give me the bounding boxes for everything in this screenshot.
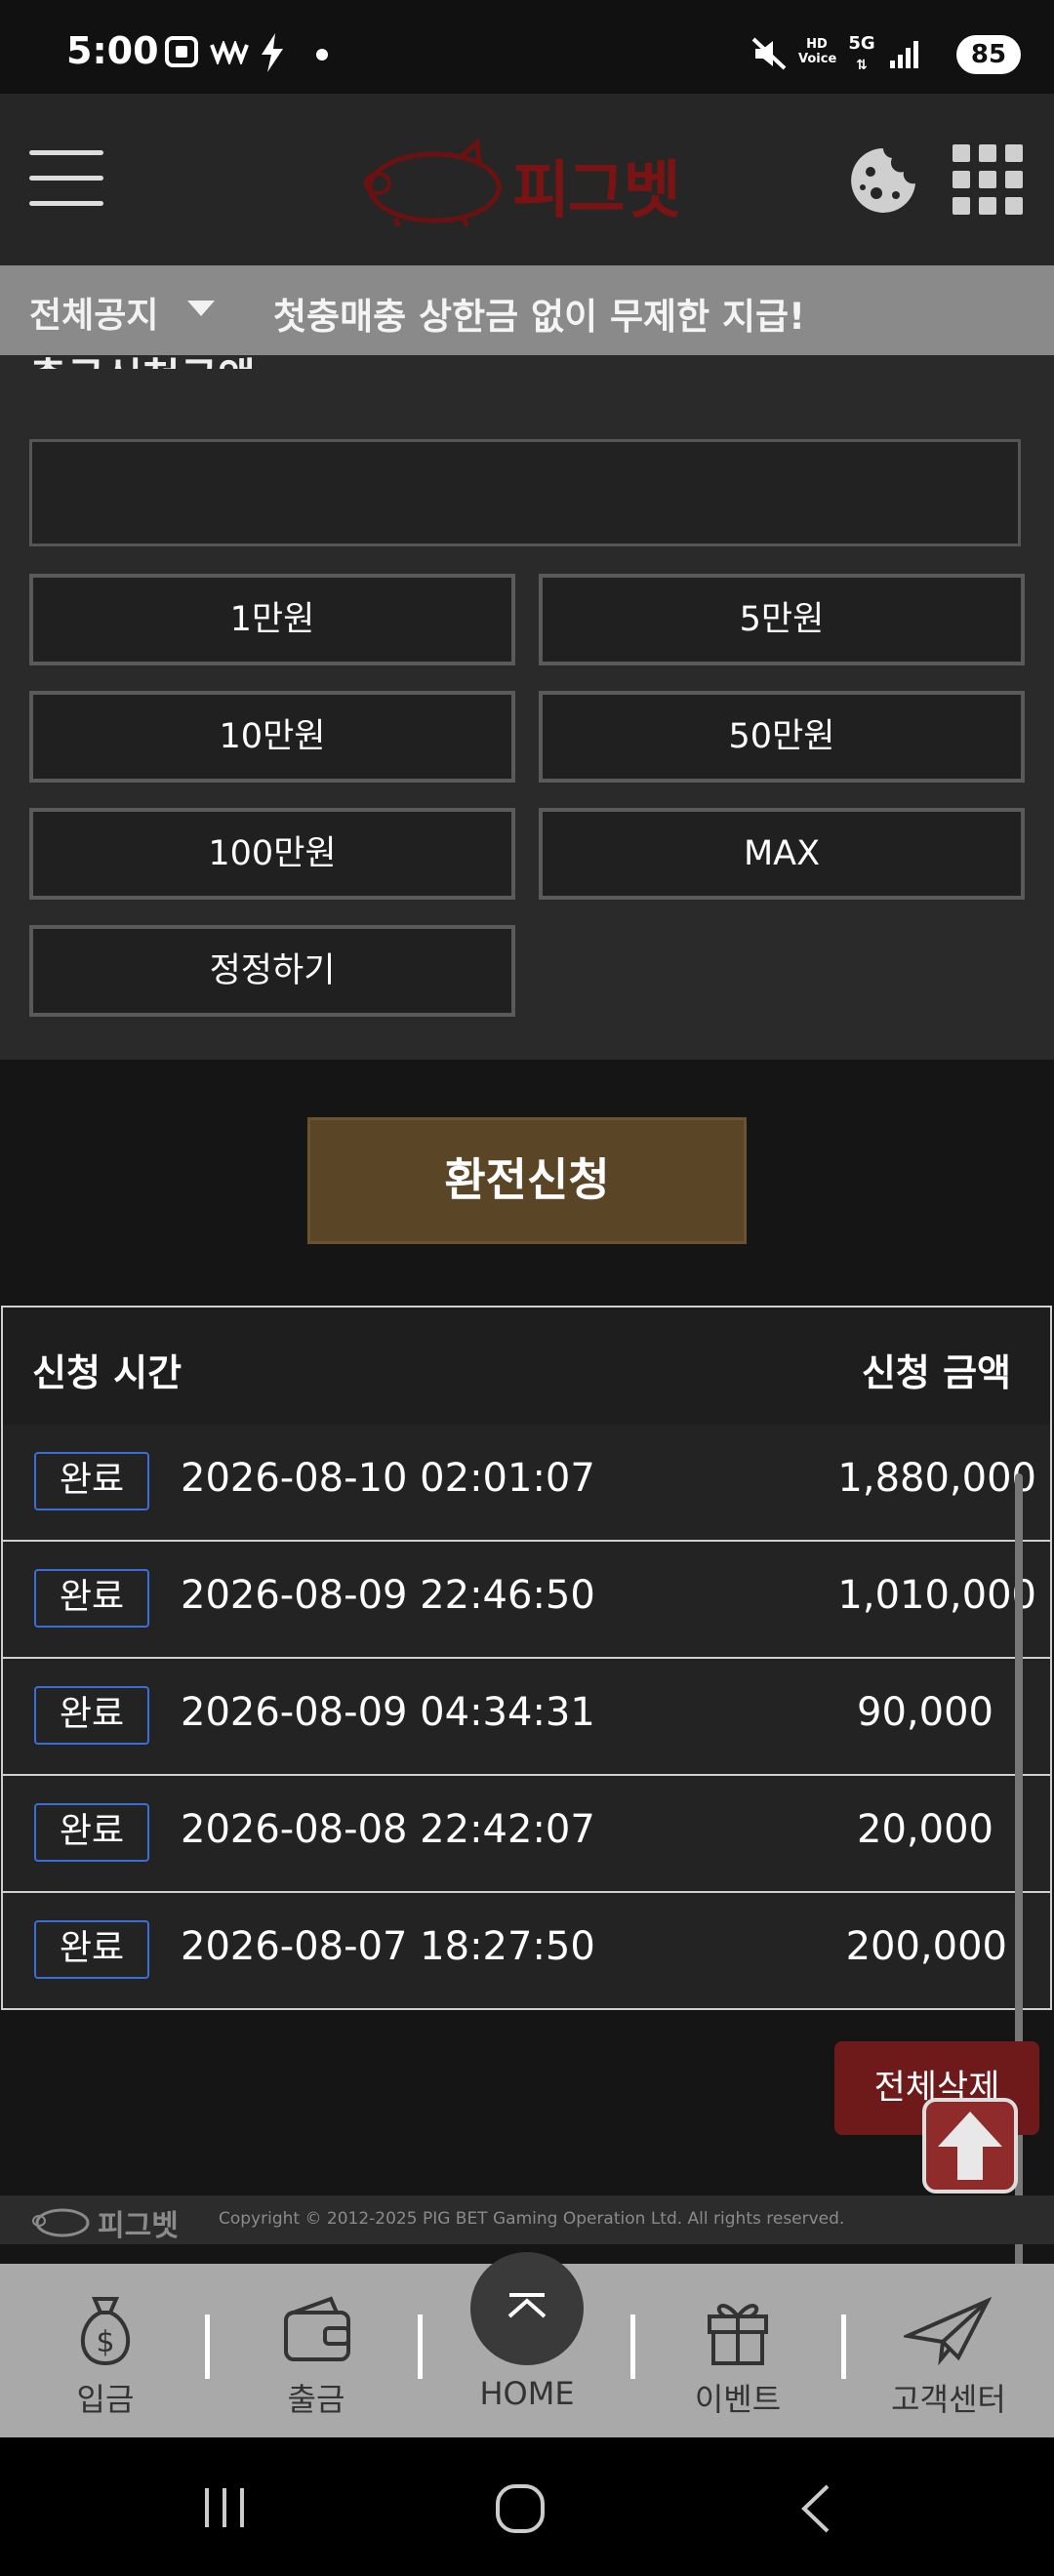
amount-button-100k[interactable]: 10만원 — [29, 691, 515, 783]
grid-menu-icon[interactable] — [953, 144, 1023, 215]
home-circle-icon[interactable] — [494, 2482, 547, 2535]
request-datetime: 2026-08-09 22:46:50 — [181, 1573, 595, 1618]
amount-button-1m[interactable]: 100만원 — [29, 808, 515, 900]
wallet-icon — [284, 2296, 350, 2361]
cookie-icon[interactable] — [847, 144, 919, 217]
charging-icon — [262, 33, 283, 72]
battery-icon: 85 — [956, 35, 1021, 74]
gift-icon — [708, 2304, 768, 2365]
request-amount: 90,000 — [857, 1690, 993, 1735]
dot-icon — [316, 49, 328, 60]
paper-plane-icon — [904, 2297, 992, 2366]
request-amount: 200,000 — [845, 1924, 1007, 1969]
arrow-up-icon — [938, 2112, 1002, 2180]
pig-icon — [32, 2208, 90, 2237]
footer-logo: 피그벳 — [98, 2209, 179, 2243]
request-datetime: 2026-08-08 22:42:07 — [181, 1807, 595, 1852]
amount-button-max[interactable]: MAX — [539, 808, 1025, 900]
column-header-time: 신청 시간 — [32, 1351, 182, 1394]
nav-label: 입금 — [76, 2381, 135, 2418]
status-badge: 완료 — [34, 1803, 149, 1862]
request-amount: 1,010,000 — [837, 1573, 1036, 1618]
request-datetime: 2026-08-09 04:34:31 — [181, 1690, 595, 1735]
table-row: 완료 2026-08-10 02:01:07 1,880,000 — [3, 1425, 1050, 1542]
exchange-request-button[interactable]: 환전신청 — [307, 1117, 747, 1244]
request-datetime: 2026-08-07 18:27:50 — [181, 1924, 595, 1969]
footer: 피그벳 Copyright © 2012-2025 PIG BET Gaming… — [0, 2195, 1054, 2244]
logo-text: 피그벳 — [512, 155, 681, 227]
status-bar: 5:00 HD Voice 5G ⇅ 85 — [0, 0, 1054, 94]
nav-deposit[interactable]: $ 입금 — [0, 2264, 211, 2437]
nav-event[interactable]: 이벤트 — [632, 2264, 843, 2437]
5g-icon: 5G ⇅ — [848, 33, 875, 73]
nav-divider — [205, 2314, 210, 2379]
pig-logo-mark — [364, 139, 502, 226]
table-row: 완료 2026-08-09 22:46:50 1,010,000 — [3, 1542, 1050, 1659]
reset-button[interactable]: 정정하기 — [29, 925, 515, 1017]
status-time: 5:00 — [66, 29, 159, 72]
system-nav-bar — [0, 2437, 1054, 2576]
status-badge: 완료 — [34, 1920, 149, 1979]
status-badge: 완료 — [34, 1452, 149, 1510]
recent-apps-icon[interactable] — [201, 2486, 248, 2529]
table-header: 신청 시간 신청 금액 — [3, 1308, 1050, 1427]
table-row: 완료 2026-08-09 04:34:31 90,000 — [3, 1659, 1050, 1776]
signal-icon — [890, 41, 918, 68]
back-icon[interactable] — [796, 2482, 835, 2535]
request-amount: 20,000 — [857, 1807, 993, 1852]
notice-bar[interactable]: 전체공지 첫충매충 상한금 없이 무제한 지급! — [0, 265, 1054, 355]
notice-label: 전체공지 — [29, 296, 159, 336]
nav-label: 이벤트 — [694, 2381, 782, 2418]
request-amount: 1,880,000 — [837, 1456, 1036, 1501]
nav-label: 고객센터 — [891, 2381, 1006, 2418]
amount-button-50k[interactable]: 5만원 — [539, 574, 1025, 665]
status-badge: 완료 — [34, 1569, 149, 1628]
column-header-amount: 신청 금액 — [861, 1351, 1011, 1394]
amount-button-10k[interactable]: 1만원 — [29, 574, 515, 665]
pig-logo[interactable]: 피그벳 — [356, 131, 708, 228]
wave-icon — [210, 41, 249, 64]
nav-label: HOME — [479, 2375, 575, 2412]
home-icon — [507, 2293, 547, 2318]
amount-input[interactable] — [29, 439, 1021, 546]
nav-label: 출금 — [287, 2381, 345, 2418]
hd-voice-icon: HD Voice — [798, 37, 837, 66]
home-button[interactable] — [470, 2252, 584, 2365]
caret-down-icon[interactable] — [187, 301, 215, 316]
notice-message: 첫충매충 상한금 없이 무제한 지급! — [273, 296, 805, 338]
request-history-table: 신청 시간 신청 금액 완료 2026-08-10 02:01:07 1,880… — [1, 1306, 1052, 2010]
amount-button-500k[interactable]: 50만원 — [539, 691, 1025, 783]
app-header: 피그벳 — [0, 94, 1054, 265]
footer-copyright: Copyright © 2012-2025 PIG BET Gaming Ope… — [219, 2209, 845, 2229]
request-datetime: 2026-08-10 02:01:07 — [181, 1456, 595, 1501]
table-row: 완료 2026-08-07 18:27:50 200,000 — [3, 1893, 1050, 2008]
scroll-to-top-button[interactable] — [922, 2098, 1018, 2194]
svg-text:$: $ — [96, 2325, 114, 2359]
table-row: 완료 2026-08-08 22:42:07 20,000 — [3, 1776, 1050, 1893]
screenshot-icon — [165, 36, 198, 67]
nav-withdraw[interactable]: 출금 — [211, 2264, 422, 2437]
withdraw-form: 출금신청금액 1만원 5만원 10만원 50만원 100만원 MAX 정정하기 — [0, 354, 1054, 1060]
money-bag-icon: $ — [80, 2297, 131, 2366]
menu-icon[interactable] — [29, 144, 103, 213]
nav-support[interactable]: 고객센터 — [843, 2264, 1054, 2437]
mute-icon — [751, 37, 787, 70]
status-badge: 완료 — [34, 1686, 149, 1745]
